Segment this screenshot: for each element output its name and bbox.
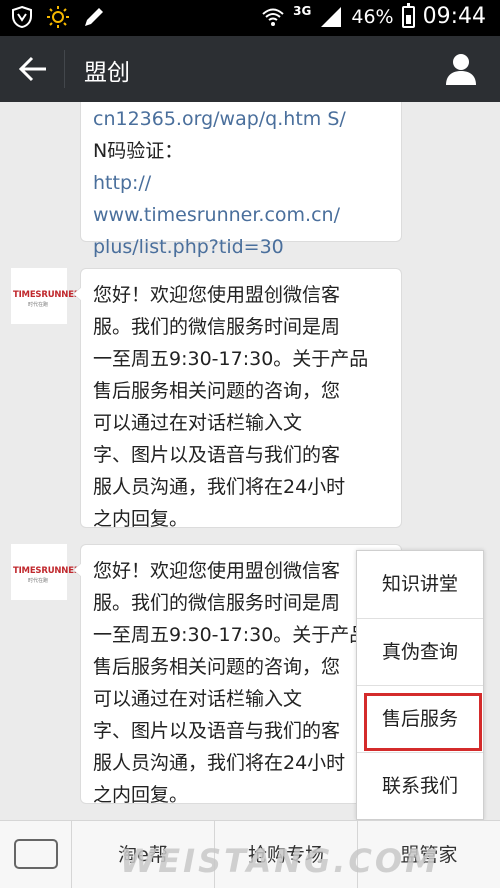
menu-item-verify[interactable]: 真伪查询 xyxy=(357,618,483,685)
message-line: 您好！欢迎您使用盟创微信客 xyxy=(93,560,341,582)
message-line: 售后服务相关问题的咨询，您 xyxy=(93,656,341,678)
message-line: 服。我们的微信服务时间是周 xyxy=(93,592,341,614)
message-line: 可以通过在对话栏输入文 xyxy=(93,412,303,434)
avatar-logo: TIMESRUNNER xyxy=(13,290,81,300)
menu-item-knowledge[interactable]: 知识讲堂 xyxy=(357,551,483,618)
message-line: N码验证： xyxy=(93,140,184,162)
divider xyxy=(64,50,65,88)
message-line: 之内回复。 xyxy=(93,508,189,530)
submenu-popup: 知识讲堂 真伪查询 售后服务 联系我们 xyxy=(356,550,484,820)
menu-item-after-sales[interactable]: 售后服务 xyxy=(357,685,483,752)
back-arrow-icon[interactable] xyxy=(18,55,48,83)
message-line[interactable]: www.timesrunner.com.cn/ xyxy=(93,199,389,231)
sun-icon xyxy=(47,6,69,28)
avatar-logo: TIMESRUNNER xyxy=(13,566,81,576)
avatar[interactable]: TIMESRUNNER 时代在跑 xyxy=(11,544,80,600)
message-line: 字、图片以及语音与我们的客 xyxy=(93,720,341,742)
network-type: 3G xyxy=(293,3,312,18)
signal-icon xyxy=(321,6,342,27)
battery-icon xyxy=(401,2,415,28)
message-line: 可以通过在对话栏输入文 xyxy=(93,688,303,710)
message-line: 服。我们的微信服务时间是周 xyxy=(93,316,341,338)
message-line[interactable]: cn12365.org/wap/q.htm S/ xyxy=(93,103,389,135)
battery-percent: 46% xyxy=(351,5,394,28)
chat-header: 盟创 xyxy=(0,36,500,102)
avatar-logo-sub: 时代在跑 xyxy=(28,578,49,584)
profile-icon[interactable] xyxy=(444,52,478,86)
message-line[interactable]: http:// xyxy=(93,167,389,199)
pencil-icon xyxy=(85,8,103,26)
clock: 09:44 xyxy=(422,4,486,29)
message-line: 服人员沟通，我们将在24小时 xyxy=(93,476,346,498)
avatar-logo-sub: 时代在跑 xyxy=(28,302,49,308)
menu-item-contact[interactable]: 联系我们 xyxy=(357,752,483,819)
message-line: 售后服务相关问题的咨询，您 xyxy=(93,380,341,402)
message-line: 一至周五9:30-17:30。关于产品 xyxy=(93,348,369,370)
message-bubble: 您好！欢迎您使用盟创微信客 服。我们的微信服务时间是周 一至周五9:30-17:… xyxy=(73,544,402,806)
message-line: 服人员沟通，我们将在24小时 xyxy=(93,752,346,774)
message-line: 字、图片以及语音与我们的客 xyxy=(93,444,341,466)
message-bubble: 您好！欢迎您使用盟创微信客 服。我们的微信服务时间是周 一至周五9:30-17:… xyxy=(73,268,402,530)
wifi-icon xyxy=(262,8,284,26)
message-line: 之内回复。 xyxy=(93,784,189,806)
message-line[interactable]: plus/list.php?tid=30 xyxy=(93,231,389,263)
message-line: 您好！欢迎您使用盟创微信客 xyxy=(93,284,341,306)
keyboard-icon xyxy=(14,839,58,869)
watermark: WEISTANG.COM xyxy=(120,842,440,880)
message-line: 一至周五9:30-17:30。关于产品 xyxy=(93,624,369,646)
page-title: 盟创 xyxy=(84,60,130,86)
status-bar: 3G 46% 09:44 xyxy=(0,0,500,36)
message-bubble: cn12365.org/wap/q.htm S/ N码验证： http:// w… xyxy=(80,102,402,258)
shield-icon xyxy=(12,5,32,29)
keyboard-toggle-button[interactable] xyxy=(0,821,72,888)
avatar[interactable]: TIMESRUNNER 时代在跑 xyxy=(11,268,80,324)
